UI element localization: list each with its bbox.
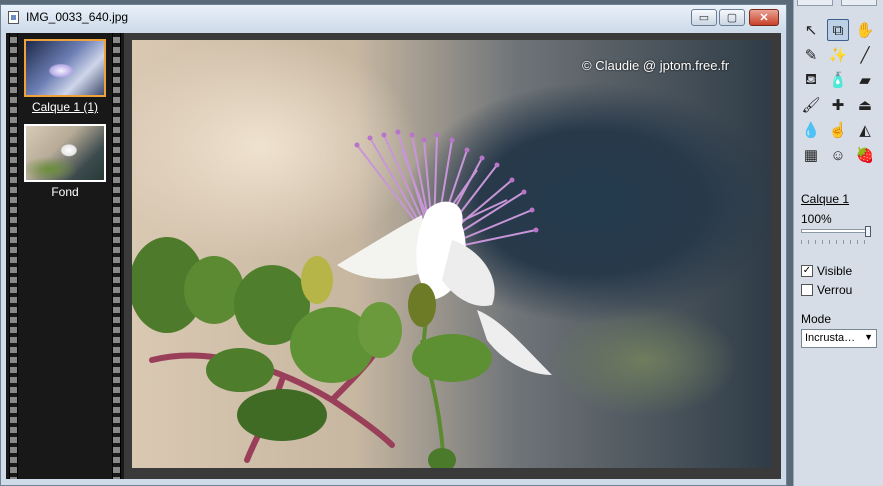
visible-label: Visible <box>817 264 853 278</box>
layer-item-calque-1[interactable]: Calque 1 (1) <box>22 39 108 114</box>
layer-label: Calque 1 (1) <box>31 100 99 114</box>
spray-icon[interactable]: 🧴 <box>827 69 849 91</box>
palette-top-tabs <box>797 0 881 6</box>
maximize-button[interactable]: ▢ <box>719 9 745 26</box>
portrait-icon[interactable]: ☺ <box>827 144 849 166</box>
caper-flower-illustration <box>132 129 552 468</box>
palette-tab-right[interactable] <box>841 0 877 6</box>
move-layer-icon[interactable]: ⧉ <box>827 19 849 41</box>
opacity-slider-ticks <box>801 240 871 244</box>
lock-checkbox[interactable] <box>801 284 813 296</box>
eyedropper-icon[interactable]: ✎ <box>800 44 822 66</box>
opacity-slider-thumb[interactable] <box>865 226 871 237</box>
magic-wand-icon[interactable]: ✨ <box>827 44 849 66</box>
blend-mode-select[interactable]: Incrusta… ▼ <box>801 329 877 348</box>
layer-thumbnail <box>24 39 106 97</box>
layers-film-strip: Calque 1 (1) Fond <box>6 33 124 479</box>
close-button[interactable]: ✕ <box>749 9 779 26</box>
opacity-value: 100% <box>801 212 832 226</box>
gradient-brush-icon[interactable]: ◭ <box>854 119 876 141</box>
paintbrush-icon[interactable]: 🖌 <box>800 94 822 116</box>
clone-brush-icon[interactable]: ✚ <box>827 94 849 116</box>
canvas-area[interactable]: © Claudie @ jptom.free.fr <box>124 33 781 479</box>
layer-item-fond[interactable]: Fond <box>22 124 108 199</box>
water-drop-icon[interactable]: 💧 <box>800 119 822 141</box>
hand-pan-icon[interactable]: ✋ <box>854 19 876 41</box>
opacity-slider-track[interactable] <box>801 229 871 233</box>
smudge-icon[interactable]: ☝ <box>827 119 849 141</box>
grid-warp-icon[interactable]: ▦ <box>800 144 822 166</box>
select-arrow-icon[interactable]: ↖ <box>800 19 822 41</box>
film-perforation-right <box>112 33 121 479</box>
eraser-icon[interactable]: ▰ <box>854 69 876 91</box>
chevron-down-icon: ▼ <box>864 332 873 342</box>
window-title: IMG_0033_640.jpg <box>26 10 129 24</box>
lock-label: Verrou <box>817 283 853 297</box>
visible-checkbox[interactable]: ✓ <box>801 265 813 277</box>
mode-label: Mode <box>801 312 832 326</box>
minimize-button[interactable]: ▭ <box>691 9 717 26</box>
film-perforation-left <box>9 33 18 479</box>
line-icon[interactable]: ╱ <box>854 44 876 66</box>
strawberry-icon[interactable]: 🍓 <box>854 144 876 166</box>
photo-canvas[interactable]: © Claudie @ jptom.free.fr <box>132 40 771 468</box>
layer-label: Fond <box>51 185 79 199</box>
tool-palette: ↖ ⧉ ✋ ✎ ✨ ╱ ⛾ 🧴 ▰ 🖌 ✚ ⏏ 💧 ☝ ◭ ▦ ☺ 🍓 Calque 1 100% ✓ Visib… <box>793 0 883 486</box>
palette-tab-left[interactable] <box>797 0 833 6</box>
document-area: Calque 1 (1) Fond © Claudie @ jptom.free… <box>6 33 781 479</box>
title-bar[interactable]: IMG_0033_640.jpg ▭ ▢ ✕ <box>1 5 786 30</box>
layer-name-label[interactable]: Calque 1 <box>801 192 849 206</box>
document-window: IMG_0033_640.jpg ▭ ▢ ✕ Calque 1 (1) Fond <box>0 4 787 486</box>
document-icon <box>8 11 19 24</box>
fill-bucket-icon[interactable]: ⛾ <box>800 69 822 91</box>
blend-mode-value: Incrusta… <box>805 332 856 344</box>
stamp-icon[interactable]: ⏏ <box>854 94 876 116</box>
copyright-watermark: © Claudie @ jptom.free.fr <box>582 58 730 73</box>
layer-thumbnail <box>24 124 106 182</box>
